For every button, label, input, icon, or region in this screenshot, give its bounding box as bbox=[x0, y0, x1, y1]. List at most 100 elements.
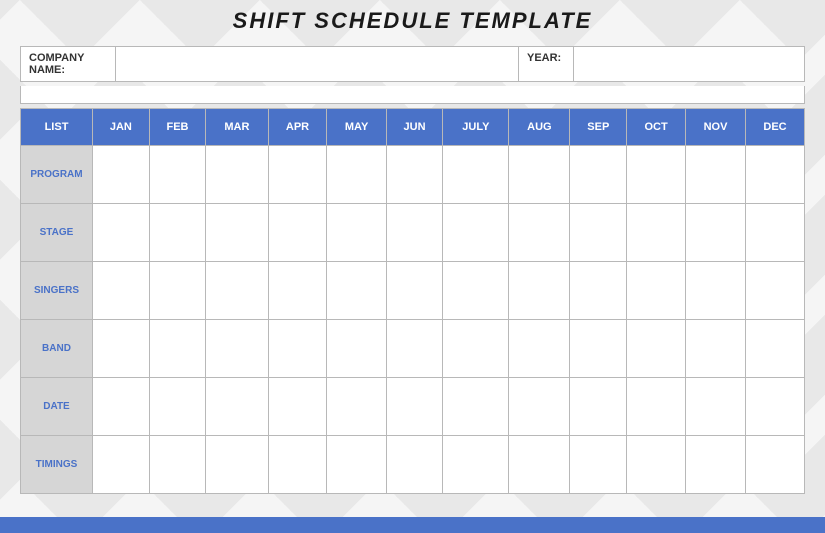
header-month-sep: SEP bbox=[570, 109, 627, 146]
header-month-nov: NOV bbox=[686, 109, 746, 146]
header-month-apr: APR bbox=[268, 109, 327, 146]
table-cell[interactable] bbox=[570, 262, 627, 320]
table-cell[interactable] bbox=[627, 204, 686, 262]
table-header-row: LIST JAN FEB MAR APR MAY JUN JULY AUG SE… bbox=[21, 109, 805, 146]
row-label: STAGE bbox=[21, 204, 93, 262]
header-month-oct: OCT bbox=[627, 109, 686, 146]
header-list: LIST bbox=[21, 109, 93, 146]
table-cell[interactable] bbox=[627, 436, 686, 494]
table-cell[interactable] bbox=[386, 378, 443, 436]
row-label: PROGRAM bbox=[21, 146, 93, 204]
table-cell[interactable] bbox=[206, 436, 268, 494]
table-cell[interactable] bbox=[149, 204, 206, 262]
header-month-dec: DEC bbox=[746, 109, 805, 146]
table-cell[interactable] bbox=[206, 204, 268, 262]
table-row: BAND bbox=[21, 320, 805, 378]
table-cell[interactable] bbox=[327, 436, 386, 494]
year-value[interactable] bbox=[574, 47, 804, 81]
table-cell[interactable] bbox=[686, 320, 746, 378]
schedule-table: LIST JAN FEB MAR APR MAY JUN JULY AUG SE… bbox=[20, 108, 805, 494]
table-cell[interactable] bbox=[93, 320, 150, 378]
table-cell[interactable] bbox=[746, 262, 805, 320]
table-cell[interactable] bbox=[509, 436, 570, 494]
table-cell[interactable] bbox=[149, 262, 206, 320]
table-cell[interactable] bbox=[149, 378, 206, 436]
table-cell[interactable] bbox=[386, 262, 443, 320]
table-cell[interactable] bbox=[509, 262, 570, 320]
table-cell[interactable] bbox=[386, 146, 443, 204]
table-cell[interactable] bbox=[443, 436, 509, 494]
table-cell[interactable] bbox=[149, 436, 206, 494]
table-cell[interactable] bbox=[386, 436, 443, 494]
table-row: TIMINGS bbox=[21, 436, 805, 494]
table-cell[interactable] bbox=[327, 320, 386, 378]
table-cell[interactable] bbox=[206, 378, 268, 436]
table-cell[interactable] bbox=[570, 146, 627, 204]
table-cell[interactable] bbox=[746, 320, 805, 378]
table-cell[interactable] bbox=[268, 262, 327, 320]
table-cell[interactable] bbox=[509, 378, 570, 436]
table-cell[interactable] bbox=[746, 378, 805, 436]
header-month-feb: FEB bbox=[149, 109, 206, 146]
table-cell[interactable] bbox=[686, 204, 746, 262]
table-cell[interactable] bbox=[627, 320, 686, 378]
table-cell[interactable] bbox=[686, 378, 746, 436]
table-cell[interactable] bbox=[443, 262, 509, 320]
info-row: COMPANY NAME: YEAR: bbox=[20, 46, 805, 82]
table-cell[interactable] bbox=[443, 320, 509, 378]
table-cell[interactable] bbox=[149, 320, 206, 378]
table-cell[interactable] bbox=[327, 378, 386, 436]
table-cell[interactable] bbox=[327, 204, 386, 262]
table-cell[interactable] bbox=[268, 378, 327, 436]
table-cell[interactable] bbox=[93, 378, 150, 436]
table-cell[interactable] bbox=[686, 262, 746, 320]
table-cell[interactable] bbox=[570, 204, 627, 262]
table-cell[interactable] bbox=[93, 146, 150, 204]
table-cell[interactable] bbox=[686, 146, 746, 204]
header-month-aug: AUG bbox=[509, 109, 570, 146]
table-cell[interactable] bbox=[268, 146, 327, 204]
table-cell[interactable] bbox=[443, 146, 509, 204]
footer-bar bbox=[0, 517, 825, 533]
table-cell[interactable] bbox=[627, 378, 686, 436]
page-title: SHIFT SCHEDULE TEMPLATE bbox=[0, 8, 825, 34]
company-name-value[interactable] bbox=[116, 47, 519, 81]
table-cell[interactable] bbox=[327, 146, 386, 204]
table-cell[interactable] bbox=[149, 146, 206, 204]
info-sub-row bbox=[20, 86, 805, 104]
table-cell[interactable] bbox=[746, 204, 805, 262]
table-cell[interactable] bbox=[509, 204, 570, 262]
table-cell[interactable] bbox=[509, 146, 570, 204]
table-cell[interactable] bbox=[386, 204, 443, 262]
table-cell[interactable] bbox=[627, 146, 686, 204]
table-cell[interactable] bbox=[206, 320, 268, 378]
row-label: DATE bbox=[21, 378, 93, 436]
table-cell[interactable] bbox=[570, 378, 627, 436]
year-label: YEAR: bbox=[519, 47, 574, 81]
table-cell[interactable] bbox=[746, 436, 805, 494]
content-container: COMPANY NAME: YEAR: LIST JAN FEB MAR APR… bbox=[0, 46, 825, 494]
row-label: SINGERS bbox=[21, 262, 93, 320]
table-cell[interactable] bbox=[627, 262, 686, 320]
table-cell[interactable] bbox=[686, 436, 746, 494]
table-cell[interactable] bbox=[386, 320, 443, 378]
table-cell[interactable] bbox=[570, 320, 627, 378]
table-cell[interactable] bbox=[570, 436, 627, 494]
table-row: PROGRAM bbox=[21, 146, 805, 204]
row-label: TIMINGS bbox=[21, 436, 93, 494]
table-cell[interactable] bbox=[509, 320, 570, 378]
table-cell[interactable] bbox=[206, 146, 268, 204]
table-cell[interactable] bbox=[443, 378, 509, 436]
table-cell[interactable] bbox=[206, 262, 268, 320]
table-cell[interactable] bbox=[746, 146, 805, 204]
table-cell[interactable] bbox=[268, 320, 327, 378]
table-cell[interactable] bbox=[327, 262, 386, 320]
table-cell[interactable] bbox=[443, 204, 509, 262]
table-cell[interactable] bbox=[268, 436, 327, 494]
table-cell[interactable] bbox=[93, 436, 150, 494]
table-row: DATE bbox=[21, 378, 805, 436]
table-cell[interactable] bbox=[93, 262, 150, 320]
header-month-jun: JUN bbox=[386, 109, 443, 146]
table-cell[interactable] bbox=[93, 204, 150, 262]
table-cell[interactable] bbox=[268, 204, 327, 262]
